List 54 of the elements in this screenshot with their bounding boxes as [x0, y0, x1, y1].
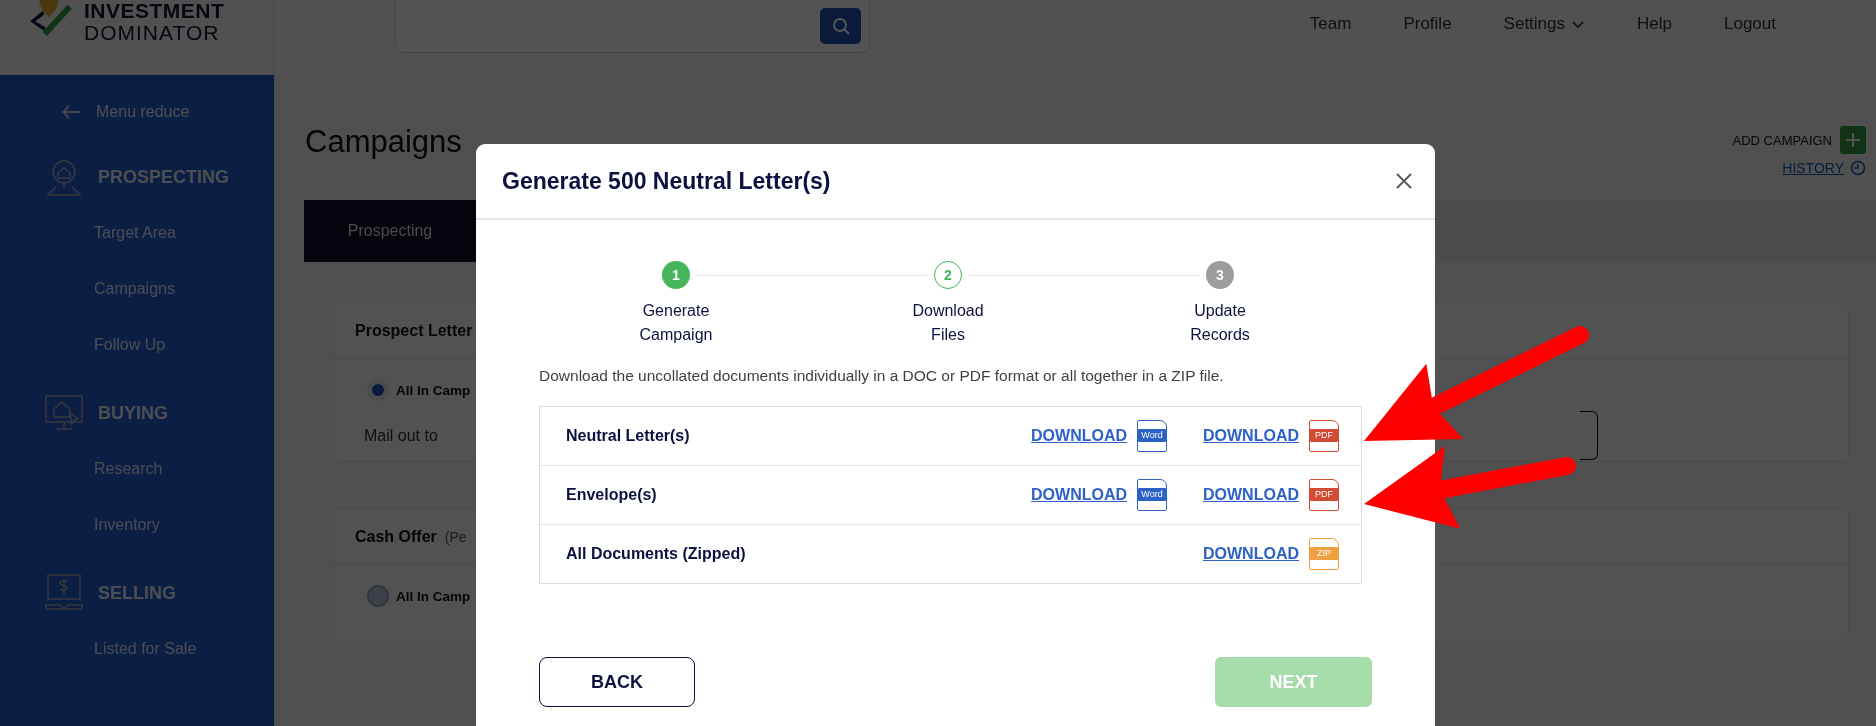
- menu-reduce-button[interactable]: Menu reduce: [60, 103, 274, 121]
- nav-link[interactable]: Logout: [1724, 14, 1776, 34]
- download-link[interactable]: DOWNLOAD: [1031, 486, 1127, 504]
- sidebar-section-title[interactable]: SELLING: [98, 582, 176, 604]
- close-icon[interactable]: [1395, 172, 1413, 190]
- option-label: All In Camp: [396, 588, 471, 604]
- tab[interactable]: Prospecting: [304, 200, 476, 262]
- download-link[interactable]: DOWNLOAD: [1203, 427, 1299, 445]
- mail-label: Mail out to: [364, 427, 438, 445]
- nav-link[interactable]: Team: [1309, 14, 1352, 34]
- step-label: Update Records: [1189, 301, 1251, 345]
- file-name: Neutral Letter(s): [566, 427, 690, 445]
- add-campaign-label[interactable]: ADD CAMPAIGN: [1732, 132, 1832, 148]
- radio-button[interactable]: [367, 585, 389, 607]
- history-link[interactable]: HISTORY: [1782, 160, 1866, 176]
- download-link[interactable]: DOWNLOAD: [1031, 427, 1127, 445]
- word-file-icon[interactable]: Word: [1137, 420, 1167, 452]
- download-link[interactable]: DOWNLOAD: [1203, 545, 1299, 563]
- step-label: Generate Campaign: [638, 301, 714, 345]
- monitor-house-icon: [44, 393, 84, 433]
- dialog-title: Generate 500 Neutral Letter(s): [502, 167, 831, 195]
- left-arrow-icon: [60, 104, 82, 120]
- start-campaign-button[interactable]: [1580, 411, 1598, 460]
- option-label: All In Camp: [396, 382, 471, 398]
- pdf-file-icon[interactable]: PDF: [1309, 479, 1339, 511]
- back-button[interactable]: BACK: [539, 657, 695, 707]
- description-text: Download the uncollated documents individually in a DOC or PDF format or all together in a ZIP file.: [539, 367, 1225, 385]
- search-icon: [830, 16, 851, 36]
- add-button[interactable]: [1840, 126, 1866, 154]
- clock-icon: [1850, 160, 1866, 176]
- zip-file-icon[interactable]: ZIP: [1309, 538, 1339, 570]
- step-label: Download Files: [911, 301, 985, 345]
- file-name: Envelope(s): [566, 486, 657, 504]
- nav-link[interactable]: Help: [1637, 14, 1672, 34]
- pdf-file-icon[interactable]: PDF: [1309, 420, 1339, 452]
- card-title: Prospect Letter: [355, 321, 473, 340]
- search-button[interactable]: [820, 8, 861, 44]
- card-title: Cash Offer: [355, 527, 437, 546]
- nav-link[interactable]: Settings: [1503, 14, 1586, 34]
- page-title: Campaigns: [305, 124, 462, 161]
- logo-text: DOMINATOR: [84, 22, 221, 44]
- logo-text: INVESTMENT: [84, 0, 225, 22]
- sidebar-section-title[interactable]: PROSPECTING: [98, 166, 230, 188]
- monitor-dollar-icon: [44, 573, 84, 613]
- word-file-icon[interactable]: Word: [1137, 479, 1167, 511]
- step-number: 1: [662, 261, 690, 289]
- download-link[interactable]: DOWNLOAD: [1203, 486, 1299, 504]
- location-pin-icon: [44, 157, 84, 197]
- file-name: All Documents (Zipped): [566, 545, 746, 563]
- step-number: 2: [934, 261, 962, 289]
- sidebar-section-title[interactable]: BUYING: [98, 402, 168, 424]
- step-number: 3: [1206, 261, 1234, 289]
- search-field[interactable]: [395, 0, 870, 53]
- nav-link[interactable]: Profile: [1403, 14, 1452, 34]
